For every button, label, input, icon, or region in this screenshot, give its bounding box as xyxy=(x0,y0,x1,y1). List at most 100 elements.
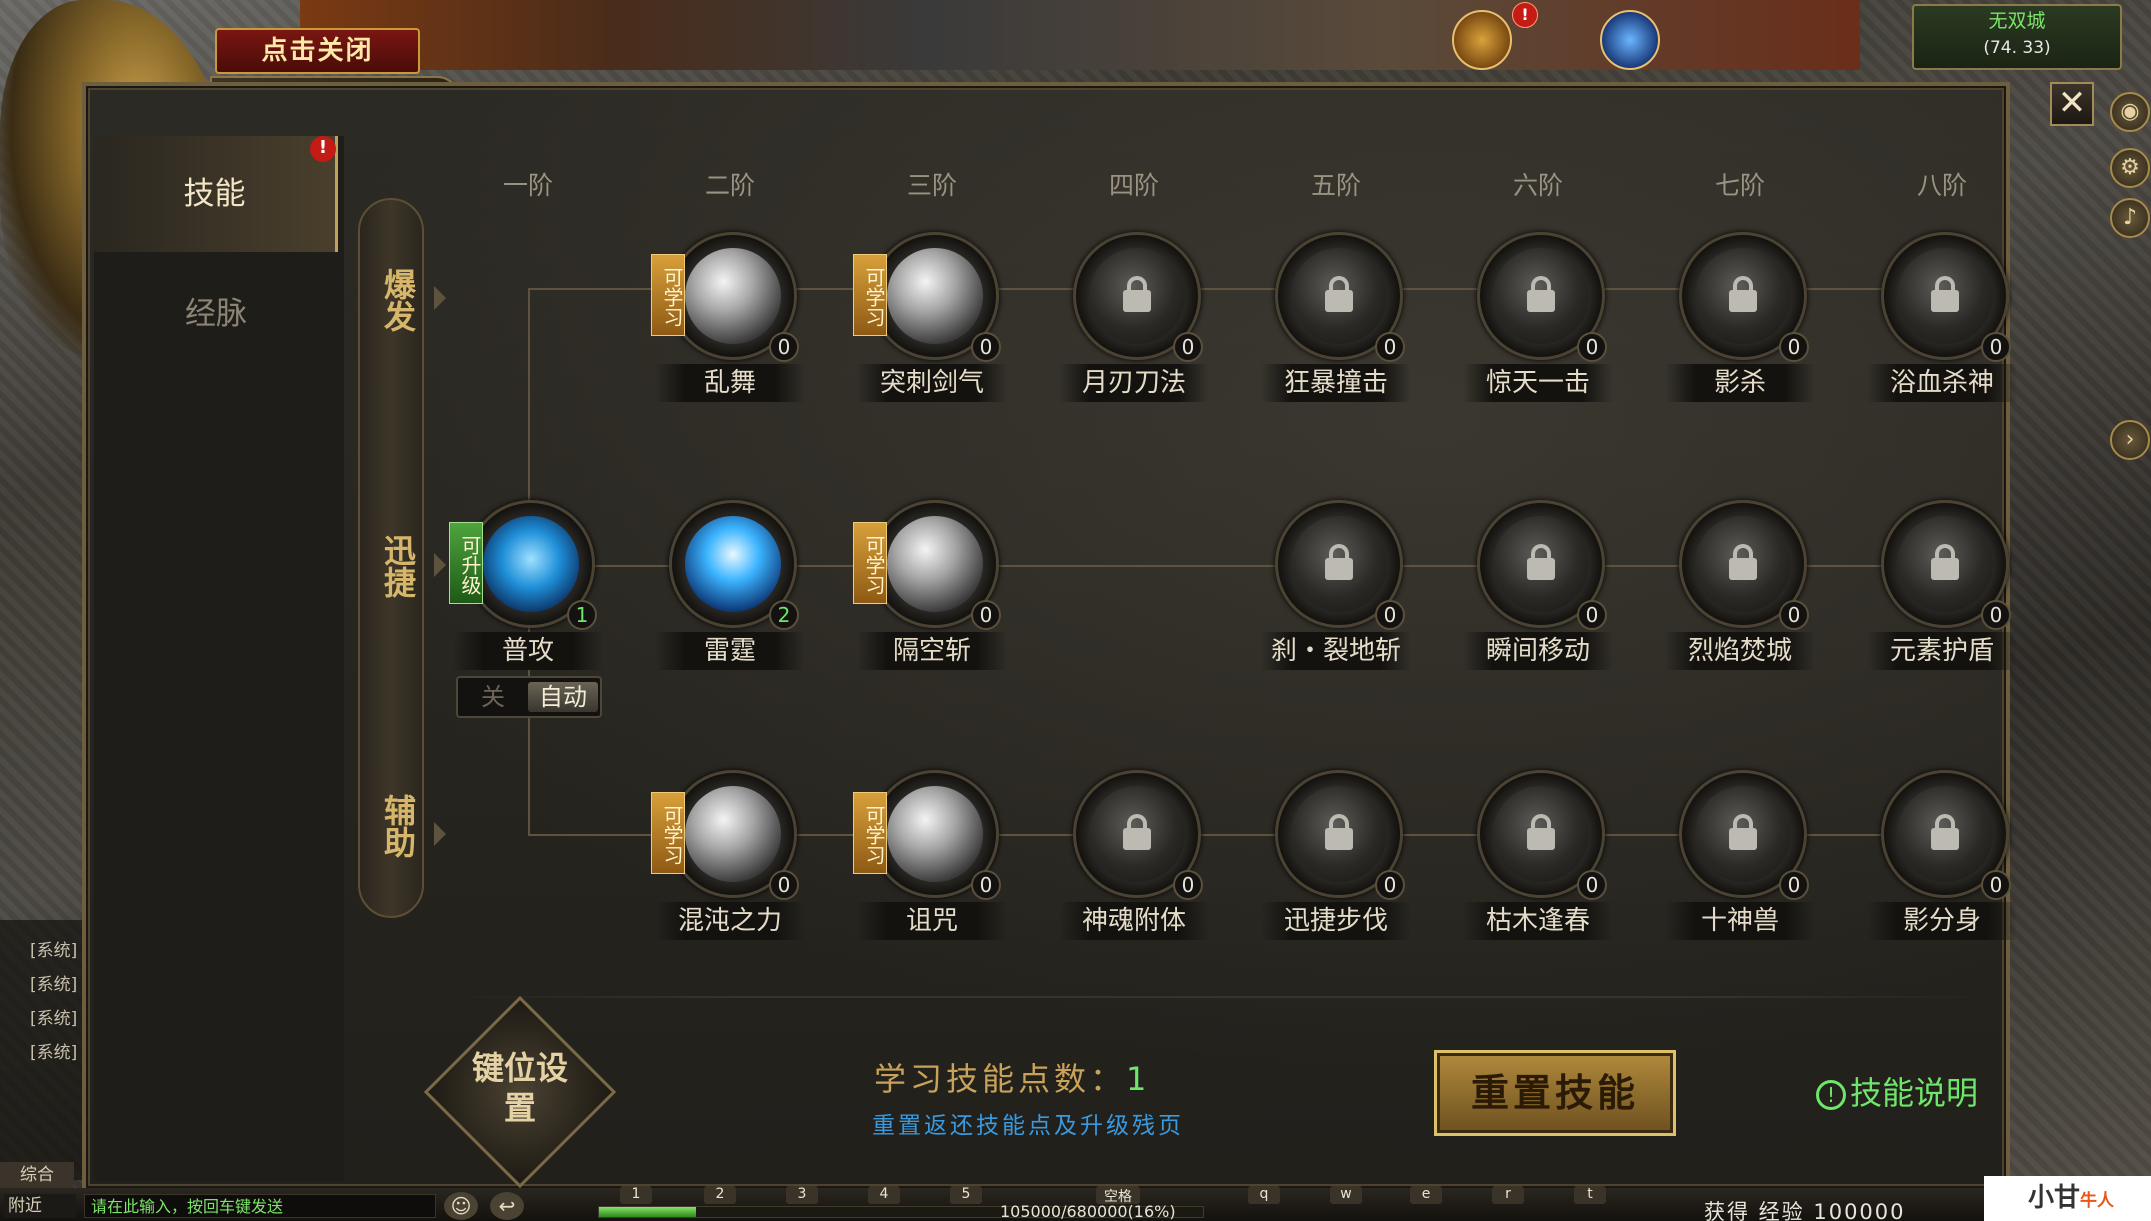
skill-name: 隔空斩 xyxy=(857,632,1007,670)
skill-level: 0 xyxy=(1375,870,1405,900)
skill-points: 学习技能点数：1 xyxy=(874,1054,1150,1100)
exp-text: 105000/680000(16%) xyxy=(1000,1202,1176,1221)
skill-points-value: 1 xyxy=(1126,1060,1151,1098)
skill-level: 0 xyxy=(769,332,799,362)
gear-icon[interactable]: ⚙ xyxy=(2110,148,2150,188)
lock-icon xyxy=(1897,786,1993,882)
hotkey-q[interactable]: q xyxy=(1248,1186,1280,1204)
skill-node-yuxue[interactable]: 0 浴血杀神 xyxy=(1867,232,2017,412)
skill-node-liedi[interactable]: 0 刹・裂地斩 xyxy=(1261,500,1411,680)
hotkey-4[interactable]: 4 xyxy=(868,1186,900,1204)
skill-name: 乱舞 xyxy=(655,364,805,402)
skill-level: 0 xyxy=(971,600,1001,630)
toggle-auto-option[interactable]: 自动 xyxy=(528,682,598,712)
toggle-off-option[interactable]: 关 xyxy=(462,682,524,712)
gem-icon[interactable] xyxy=(1600,10,1660,70)
hotkey-t[interactable]: t xyxy=(1574,1186,1606,1204)
tier-4: 四阶 xyxy=(1108,171,1159,200)
skill-name: 混沌之力 xyxy=(655,902,805,940)
sword-wave-icon xyxy=(887,248,983,344)
close-tip-button[interactable]: 点击关闭 xyxy=(215,28,420,74)
skill-name: 迅捷步伐 xyxy=(1261,902,1411,940)
tier-7: 七阶 xyxy=(1714,171,1765,200)
reset-skills-button[interactable]: 重置技能 xyxy=(1434,1050,1676,1136)
tier-3: 三阶 xyxy=(906,171,957,200)
chat-tab-all[interactable]: 综合 xyxy=(0,1162,74,1188)
event-alert-badge: ! xyxy=(1512,2,1538,28)
city-coordinates: (74. 33) xyxy=(1983,38,2051,58)
hotkey-2[interactable]: 2 xyxy=(704,1186,736,1204)
skill-help-link[interactable]: ! 技能说明 xyxy=(1816,1068,1978,1114)
lock-icon xyxy=(1291,248,1387,344)
lock-icon xyxy=(1897,516,1993,612)
skill-node-kumu[interactable]: 0 枯木逢春 xyxy=(1463,770,1613,950)
tab-skills[interactable]: 技能 xyxy=(94,136,338,252)
skill-node-luanwu[interactable]: 可学习 0 乱舞 xyxy=(651,232,805,412)
slash-burst-icon xyxy=(685,248,781,344)
exp-gain-text: 获得 经验 100000 xyxy=(1704,1200,1906,1221)
skill-node-lieyan[interactable]: 0 烈焰焚城 xyxy=(1665,500,1815,680)
tier-1: 一阶 xyxy=(502,171,553,200)
chat-line: [系统] xyxy=(30,941,78,961)
skill-node-yingsha[interactable]: 0 影杀 xyxy=(1665,232,1815,412)
skill-level: 0 xyxy=(1779,600,1809,630)
hotkey-r[interactable]: r xyxy=(1492,1186,1524,1204)
category-burst-arrow xyxy=(434,286,446,310)
skill-node-xunjie[interactable]: 0 迅捷步伐 xyxy=(1261,770,1411,950)
skill-node-gekong[interactable]: 可学习 0 隔空斩 xyxy=(853,500,1007,680)
hotkey-e[interactable]: e xyxy=(1410,1186,1442,1204)
skill-node-leiting[interactable]: 2 雷霆 xyxy=(655,500,805,680)
skill-node-tuci[interactable]: 可学习 0 突刺剑气 xyxy=(853,232,1007,412)
send-icon[interactable]: ↩ xyxy=(490,1192,524,1220)
skill-node-yingfen[interactable]: 0 影分身 xyxy=(1867,770,2017,950)
category-agile: 迅捷 xyxy=(379,534,417,598)
watermark-text: 小甘 xyxy=(2028,1183,2081,1213)
tier-8: 八阶 xyxy=(1916,171,1967,200)
skill-node-shunjian[interactable]: 0 瞬间移动 xyxy=(1463,500,1613,680)
hotkey-3[interactable]: 3 xyxy=(786,1186,818,1204)
lock-icon xyxy=(1493,248,1589,344)
skill-node-hundun[interactable]: 可学习 0 混沌之力 xyxy=(651,770,805,950)
skill-points-label: 学习技能点数： xyxy=(874,1060,1127,1098)
chat-channel-select[interactable]: 附近 xyxy=(4,1194,76,1218)
skill-node-shenhun[interactable]: 0 神魂附体 xyxy=(1059,770,1209,950)
chat-line: [系统] xyxy=(30,1009,78,1029)
sound-icon[interactable]: ♪ xyxy=(2110,198,2150,238)
eye-icon[interactable]: ◉ xyxy=(2110,92,2150,132)
category-support-arrow xyxy=(434,822,446,846)
skill-level: 1 xyxy=(567,600,597,630)
skill-node-shishen[interactable]: 0 十神兽 xyxy=(1665,770,1815,950)
category-agile-arrow xyxy=(434,553,446,577)
skill-level: 0 xyxy=(1375,600,1405,630)
chevron-right-icon[interactable]: › xyxy=(2110,420,2150,460)
skill-node-yueren[interactable]: 0 月刃刀法 xyxy=(1059,232,1209,412)
tab-skills-alert: ! xyxy=(310,136,336,162)
hotkey-1[interactable]: 1 xyxy=(620,1186,652,1204)
info-icon: ! xyxy=(1816,1080,1846,1110)
skill-level: 0 xyxy=(1779,870,1809,900)
auto-cast-toggle[interactable]: 关 自动 xyxy=(456,676,602,718)
skill-node-kuangbao[interactable]: 0 狂暴撞击 xyxy=(1261,232,1411,412)
tab-meridians[interactable]: 经脉 xyxy=(94,256,338,372)
reset-description: 重置返还技能点及升级残页 xyxy=(872,1113,1184,1139)
chat-input[interactable]: 请在此输入，按回车键发送 xyxy=(84,1194,436,1218)
skill-name: 狂暴撞击 xyxy=(1261,364,1411,402)
event-icon[interactable] xyxy=(1452,10,1512,70)
hotkey-5[interactable]: 5 xyxy=(950,1186,982,1204)
learnable-tag: 可学习 xyxy=(853,792,887,874)
skill-node-yuansu[interactable]: 0 元素护盾 xyxy=(1867,500,2017,680)
skill-node-pugong[interactable]: 可升级 1 普攻 xyxy=(449,500,603,680)
skill-name: 惊天一击 xyxy=(1463,364,1613,402)
keybind-label[interactable]: 键位设置 xyxy=(470,1048,570,1138)
close-icon[interactable]: ✕ xyxy=(2050,82,2094,126)
minimap-panel[interactable]: 无双城 (74. 33) xyxy=(1912,4,2122,70)
skill-level: 0 xyxy=(971,332,1001,362)
chat-line: [系统] xyxy=(30,1043,78,1063)
hotkey-w[interactable]: w xyxy=(1330,1186,1362,1204)
skill-name: 浴血杀神 xyxy=(1867,364,2017,402)
skill-node-jingtian[interactable]: 0 惊天一击 xyxy=(1463,232,1613,412)
lock-icon xyxy=(1493,786,1589,882)
skill-level: 0 xyxy=(1981,600,2011,630)
emoji-icon[interactable]: ☺ xyxy=(444,1192,478,1220)
skill-node-zuzhou[interactable]: 可学习 0 诅咒 xyxy=(853,770,1007,950)
